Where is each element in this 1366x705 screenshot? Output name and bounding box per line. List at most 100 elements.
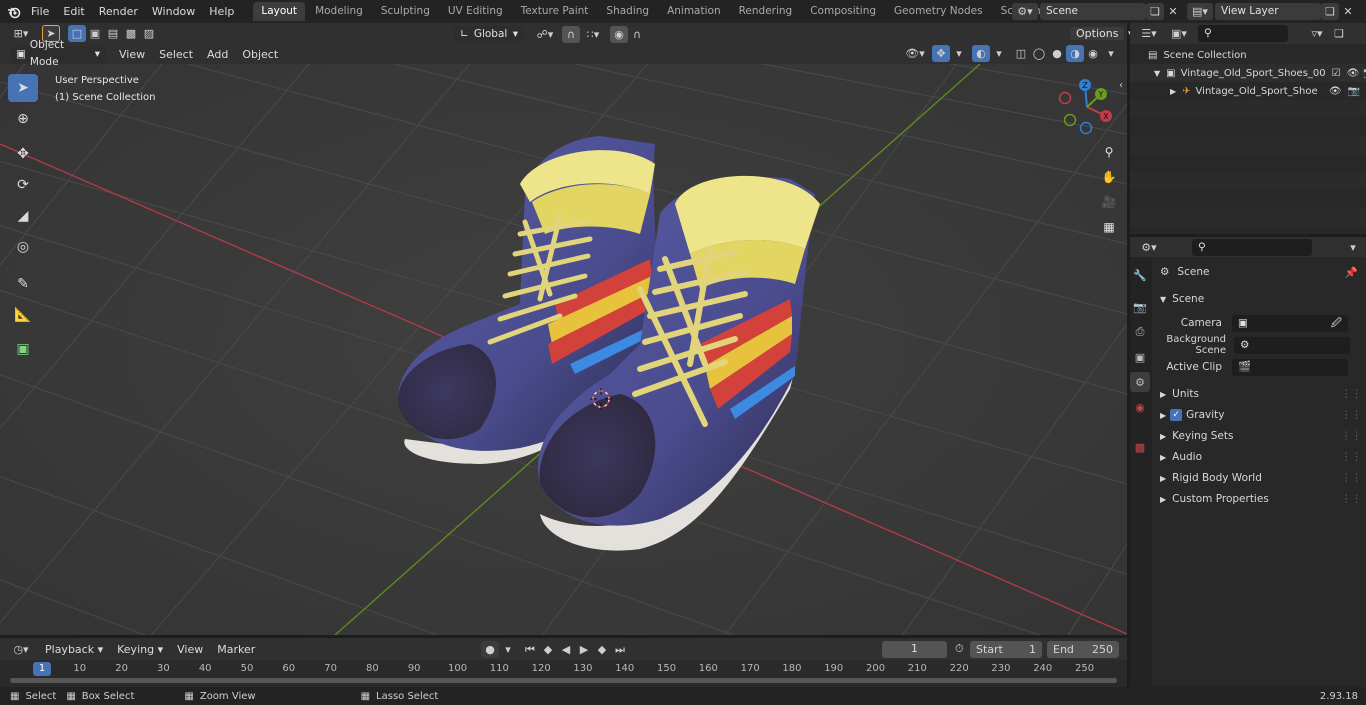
snap-icon[interactable]: ∩ <box>562 25 580 43</box>
tab-render[interactable]: 📷 <box>1130 297 1150 317</box>
outliner-collection-row[interactable]: ▼ ▣ Vintage_Old_Sport_Shoes_00 ☑ 👁 📷 <box>1130 64 1366 82</box>
camera-field[interactable]: ▣ 🖉 <box>1232 314 1348 332</box>
blender-logo-icon[interactable] <box>4 3 24 20</box>
select-box-tool[interactable]: ➤ <box>8 74 38 102</box>
tab-rendering[interactable]: Rendering <box>731 2 801 21</box>
cursor-tool[interactable]: ⊕ <box>8 105 38 133</box>
drag-handle-icon[interactable]: ⋮⋮ <box>1341 472 1362 484</box>
select-mode-invert-icon[interactable]: ▩ <box>122 25 140 42</box>
tab-sculpting[interactable]: Sculpting <box>373 2 438 21</box>
stopwatch-icon[interactable]: ⏱ <box>955 642 964 656</box>
display-mode-icon[interactable]: ▣▾ <box>1166 25 1192 42</box>
outliner-editor-type-icon[interactable]: ☰▾ <box>1136 25 1162 42</box>
tab-shading[interactable]: Shading <box>598 2 657 21</box>
panel-rigid-body-world[interactable]: ▶ Rigid Body World ⋮⋮ <box>1152 468 1366 488</box>
pan-view-button[interactable]: ✋ <box>1098 166 1120 188</box>
menu-object[interactable]: Object <box>235 44 285 65</box>
solid-shading-icon[interactable]: ● <box>1048 45 1066 62</box>
pivot-point-icon[interactable]: ☍▾ <box>532 26 558 43</box>
tab-texture[interactable]: ▩ <box>1130 437 1150 457</box>
timeline-ruler[interactable]: 1 10 20 30 40 50 60 70 80 90 100 110 120 130 140 150 160… <box>0 660 1127 687</box>
view-layer-field[interactable]: View Layer <box>1215 3 1321 20</box>
tab-tool[interactable]: 🔧 <box>1130 265 1150 285</box>
tab-compositing[interactable]: Compositing <box>802 2 884 21</box>
3d-viewport[interactable]: User Perspective (1) Scene Collection ➤ … <box>0 44 1127 635</box>
tab-uv-editing[interactable]: UV Editing <box>440 2 511 21</box>
rotate-tool[interactable]: ⟳ <box>8 171 38 199</box>
wireframe-shading-icon[interactable]: ◯ <box>1030 45 1048 62</box>
drag-handle-icon[interactable]: ⋮⋮ <box>1341 451 1362 463</box>
properties-editor-type-icon[interactable]: ⚙▾ <box>1136 239 1162 256</box>
camera-render-icon[interactable]: 📷 <box>1348 86 1360 97</box>
panel-keying-sets[interactable]: ▶ Keying Sets ⋮⋮ <box>1152 426 1366 446</box>
background-scene-field[interactable]: ⚙ <box>1234 336 1350 354</box>
delete-scene-icon[interactable]: ✕ <box>1164 3 1182 20</box>
filter-icon[interactable]: ▿▾ <box>1304 25 1330 42</box>
drag-handle-icon[interactable]: ⋮⋮ <box>1341 409 1362 421</box>
tab-geometry-nodes[interactable]: Geometry Nodes <box>886 2 991 21</box>
start-frame-field[interactable]: Start 1 <box>970 641 1042 658</box>
menu-keying[interactable]: Keying ▾ <box>110 639 170 660</box>
panel-units[interactable]: ▶ Units ⋮⋮ <box>1152 384 1366 404</box>
view-layer-icon[interactable]: ▤▾ <box>1187 3 1213 20</box>
play-reverse-icon[interactable]: ◀ <box>557 641 575 658</box>
xray-toggle-icon[interactable]: ◫ <box>1012 45 1030 62</box>
menu-playback[interactable]: Playback ▾ <box>38 639 110 660</box>
drag-handle-icon[interactable]: ⋮⋮ <box>1341 430 1362 442</box>
new-collection-icon[interactable]: ❏ <box>1330 25 1348 42</box>
outliner-object-row[interactable]: ▶ ✈ Vintage_Old_Sport_Shoe 👁 📷 <box>1130 82 1366 100</box>
rendered-shading-icon[interactable]: ◉ <box>1084 45 1102 62</box>
select-mode-subtract-icon[interactable]: ▤ <box>104 25 122 42</box>
menu-select[interactable]: Select <box>152 44 200 65</box>
annotate-tool[interactable]: ✎ <box>8 270 38 298</box>
panel-gravity[interactable]: ▶ ✓ Gravity ⋮⋮ <box>1152 405 1366 425</box>
scene-section-header[interactable]: ▼ Scene <box>1152 289 1366 309</box>
active-clip-field[interactable]: 🎬 <box>1232 358 1348 376</box>
material-shading-icon[interactable]: ◑ <box>1066 45 1084 62</box>
timeline-scrollbar[interactable] <box>10 678 1117 683</box>
mode-dropdown[interactable]: ▣ Object Mode ▾ <box>10 39 106 68</box>
sidebar-toggle-icon[interactable]: ‹ <box>1119 80 1123 91</box>
panel-audio[interactable]: ▶ Audio ⋮⋮ <box>1152 447 1366 467</box>
chevron-down-icon[interactable]: ▾ <box>1344 239 1362 256</box>
chevron-down-icon[interactable]: ▾ <box>1102 45 1120 62</box>
proportional-edit-icon[interactable]: ◉ <box>610 25 628 43</box>
pin-icon[interactable]: 📌 <box>1345 266 1358 279</box>
menu-add[interactable]: Add <box>200 44 235 65</box>
camera-view-button[interactable]: 🎥 <box>1098 191 1120 213</box>
outliner-scene-collection[interactable]: ▤ Scene Collection <box>1130 46 1366 64</box>
tab-texture-paint[interactable]: Texture Paint <box>513 2 597 21</box>
menu-timeline-view[interactable]: View <box>170 639 210 660</box>
menu-edit[interactable]: Edit <box>56 1 91 22</box>
eyedropper-icon[interactable]: 🖉 <box>1331 315 1342 332</box>
menu-marker[interactable]: Marker <box>210 639 262 660</box>
snap-target-icon[interactable]: ∷▾ <box>580 26 606 43</box>
options-dropdown[interactable]: Options ▾ <box>1070 25 1133 42</box>
scene-name-field[interactable]: Scene <box>1040 3 1146 20</box>
menu-render[interactable]: Render <box>92 1 145 22</box>
scale-tool[interactable]: ◢ <box>8 202 38 230</box>
end-frame-field[interactable]: End 250 <box>1047 641 1119 658</box>
drag-handle-icon[interactable]: ⋮⋮ <box>1341 493 1362 505</box>
jump-end-icon[interactable]: ⏭ <box>611 641 629 658</box>
play-icon[interactable]: ▶ <box>575 641 593 658</box>
scene-icon[interactable]: ⚙▾ <box>1012 3 1038 20</box>
menu-window[interactable]: Window <box>145 1 202 22</box>
drag-handle-icon[interactable]: ⋮⋮ <box>1341 388 1362 400</box>
panel-custom-properties[interactable]: ▶ Custom Properties ⋮⋮ <box>1152 489 1366 509</box>
tab-layout[interactable]: Layout <box>253 2 306 21</box>
select-mode-intersect-icon[interactable]: ▨ <box>140 25 158 42</box>
add-cube-tool[interactable]: ▣ <box>8 335 38 363</box>
gizmo-toggle-icon[interactable]: ✥ <box>932 45 950 62</box>
eye-icon[interactable]: 👁 <box>1347 68 1360 79</box>
move-tool[interactable]: ✥ <box>8 140 38 168</box>
tab-scene[interactable]: ⚙ <box>1130 372 1150 392</box>
falloff-icon[interactable]: ∩ <box>628 26 646 43</box>
delete-view-layer-icon[interactable]: ✕ <box>1339 3 1357 20</box>
current-frame-field[interactable]: 1 <box>882 641 947 658</box>
tab-animation[interactable]: Animation <box>659 2 729 21</box>
transform-tool[interactable]: ◎ <box>8 233 38 261</box>
tab-modeling[interactable]: Modeling <box>307 2 371 21</box>
toggle-ortho-button[interactable]: ▦ <box>1098 216 1120 238</box>
chevron-down-icon[interactable]: ▾ <box>499 641 517 658</box>
